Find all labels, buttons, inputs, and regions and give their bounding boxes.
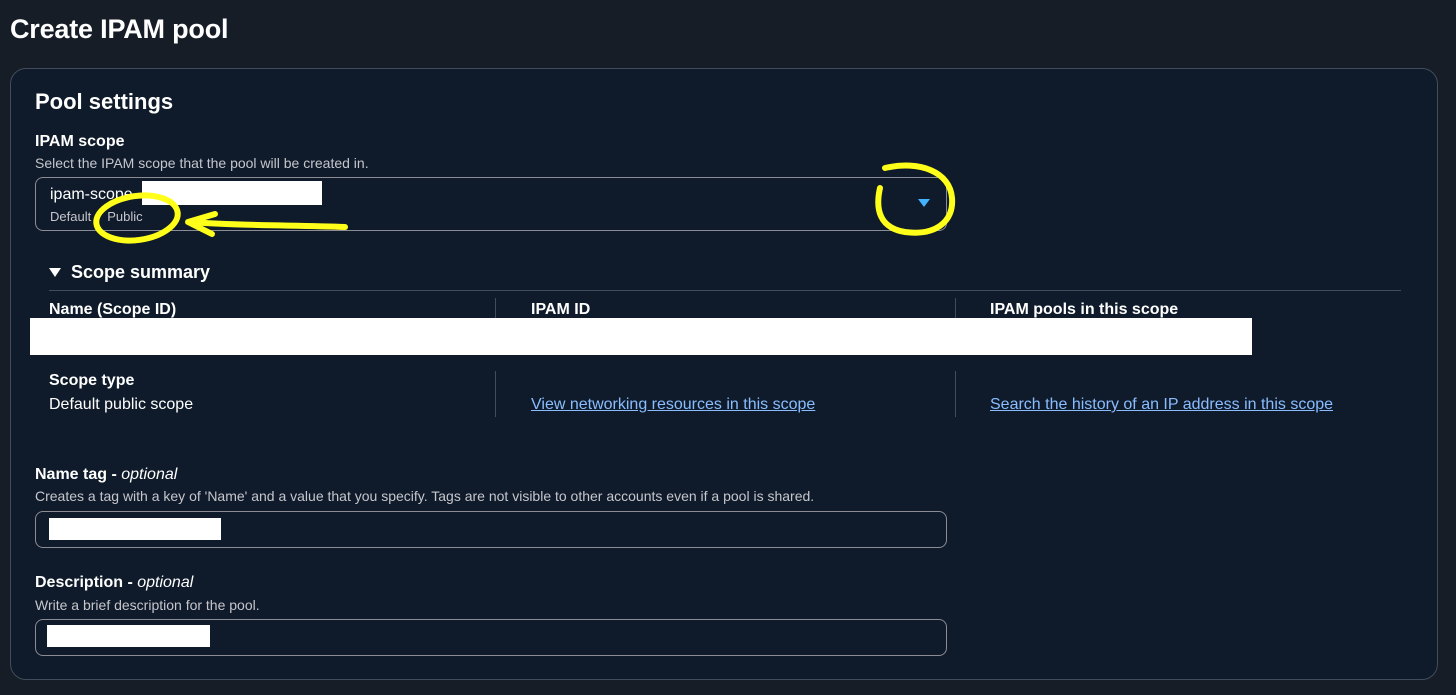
optional-text: optional [137,574,194,591]
scope-type-label: Scope type [49,372,135,389]
redaction-box [142,181,322,205]
redaction-box [49,518,221,540]
optional-text: optional [121,466,178,483]
scope-type-tag: Public [107,209,143,224]
divider [49,290,1401,291]
redaction-box [47,625,210,647]
caret-down-icon [49,268,61,277]
page-title: Create IPAM pool [10,14,229,44]
description-field-description: Write a brief description for the pool. [35,597,260,613]
view-networking-resources-link[interactable]: View networking resources in this scope [531,396,815,414]
scope-type-value: Default public scope [49,396,194,413]
scope-summary-expander[interactable]: Scope summary [49,262,210,283]
chevron-down-icon[interactable] [918,199,930,207]
select-scope-sub: Default Public [50,209,143,224]
redaction-box [30,318,1252,355]
search-ip-history-link[interactable]: Search the history of an IP address in t… [990,396,1333,414]
description-label: Description - optional [35,574,193,592]
panel-title: Pool settings [35,89,174,114]
ipam-pools-header: IPAM pools in this scope [990,301,1179,318]
name-tag-label: Name tag - optional [35,466,177,484]
column-divider [955,371,956,417]
pool-settings-panel: Pool settings IPAM scope Select the IPAM… [10,68,1438,680]
name-tag-description: Creates a tag with a key of 'Name' and a… [35,488,815,504]
ipam-id-header: IPAM ID [531,301,591,318]
column-divider [495,371,496,417]
description-label-text: Description - [35,574,138,591]
select-scope-name: ipam-scope [50,186,133,203]
scope-summary-label: Scope summary [71,262,211,282]
name-tag-label-text: Name tag - [35,466,122,483]
scope-name-header: Name (Scope ID) [49,301,177,318]
ipam-scope-label: IPAM scope [35,133,125,150]
select-scope-sub-text: Default [50,209,92,224]
ipam-scope-description: Select the IPAM scope that the pool will… [35,155,369,171]
page: Create IPAM pool Pool settings IPAM scop… [0,0,1456,695]
